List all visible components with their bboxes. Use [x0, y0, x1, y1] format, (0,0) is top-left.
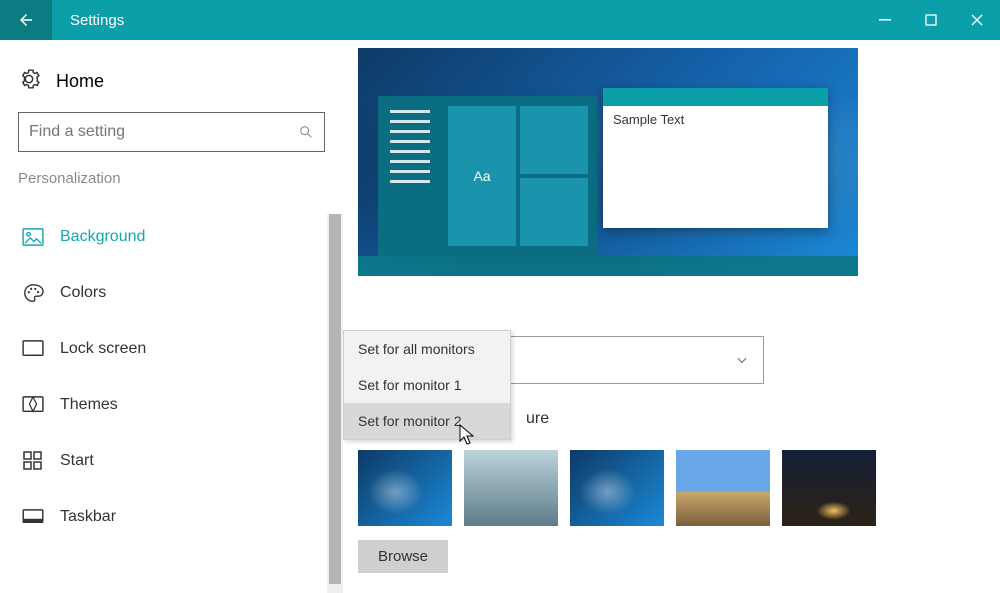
wallpaper-thumb-4[interactable]	[676, 450, 770, 526]
sidebar-item-lock-screen[interactable]: Lock screen	[18, 321, 325, 377]
maximize-button[interactable]	[908, 0, 954, 40]
close-icon	[971, 14, 983, 26]
section-title-partial: ure	[526, 410, 549, 428]
context-menu: Set for all monitors Set for monitor 1 S…	[343, 330, 511, 440]
back-arrow-icon	[17, 11, 35, 29]
desktop-preview: Aa Sample Text	[358, 48, 858, 276]
window-titlebar: Settings	[0, 0, 1000, 40]
minimize-button[interactable]	[862, 0, 908, 40]
start-icon	[22, 451, 44, 471]
preview-sample-window: Sample Text	[603, 88, 828, 228]
sidebar-item-label: Colors	[60, 284, 106, 302]
scrollbar-thumb[interactable]	[329, 214, 341, 584]
cursor-icon	[459, 424, 477, 446]
sidebar-item-start[interactable]: Start	[18, 433, 325, 489]
sidebar-item-taskbar[interactable]: Taskbar	[18, 489, 325, 545]
sidebar: Home Personalization Background Colors L…	[0, 40, 343, 593]
back-button[interactable]	[0, 0, 52, 40]
sidebar-item-label: Lock screen	[60, 340, 146, 358]
minimize-icon	[879, 14, 891, 26]
preview-taskbar	[358, 256, 858, 276]
themes-icon	[22, 396, 44, 414]
section-header: Personalization	[18, 170, 325, 187]
picture-icon	[22, 228, 44, 246]
scrollbar-track[interactable]	[327, 214, 343, 593]
home-label: Home	[56, 71, 104, 92]
menu-item-set-all-monitors[interactable]: Set for all monitors	[344, 331, 510, 367]
preview-tile-aa: Aa	[448, 106, 516, 246]
sidebar-item-label: Start	[60, 452, 94, 470]
wallpaper-thumb-5[interactable]	[782, 450, 876, 526]
sidebar-item-label: Themes	[60, 396, 118, 414]
sidebar-item-colors[interactable]: Colors	[18, 265, 325, 321]
sidebar-item-themes[interactable]: Themes	[18, 377, 325, 433]
menu-item-set-monitor-1[interactable]: Set for monitor 1	[344, 367, 510, 403]
home-button[interactable]: Home	[18, 60, 325, 102]
taskbar-icon	[22, 509, 44, 525]
wallpaper-thumb-3[interactable]	[570, 450, 664, 526]
window-title: Settings	[52, 12, 862, 29]
chevron-down-icon	[735, 353, 749, 367]
wallpaper-thumb-1[interactable]	[358, 450, 452, 526]
wallpaper-thumbnails	[358, 450, 876, 526]
wallpaper-thumb-2[interactable]	[464, 450, 558, 526]
main-content: Aa Sample Text ure Set for all monitors …	[343, 40, 1000, 593]
close-button[interactable]	[954, 0, 1000, 40]
sidebar-item-label: Taskbar	[60, 508, 116, 526]
lock-screen-icon	[22, 340, 44, 358]
preview-start-menu: Aa	[378, 96, 598, 256]
menu-item-set-monitor-2[interactable]: Set for monitor 2	[344, 403, 510, 439]
preview-sample-text: Sample Text	[603, 106, 828, 133]
search-field[interactable]	[29, 123, 298, 141]
palette-icon	[22, 282, 44, 304]
search-input[interactable]	[18, 112, 325, 152]
sidebar-item-background[interactable]: Background	[18, 209, 325, 265]
maximize-icon	[925, 14, 937, 26]
search-icon	[298, 124, 314, 140]
gear-icon	[18, 68, 40, 95]
browse-button[interactable]: Browse	[358, 540, 448, 573]
sidebar-item-label: Background	[60, 228, 145, 246]
